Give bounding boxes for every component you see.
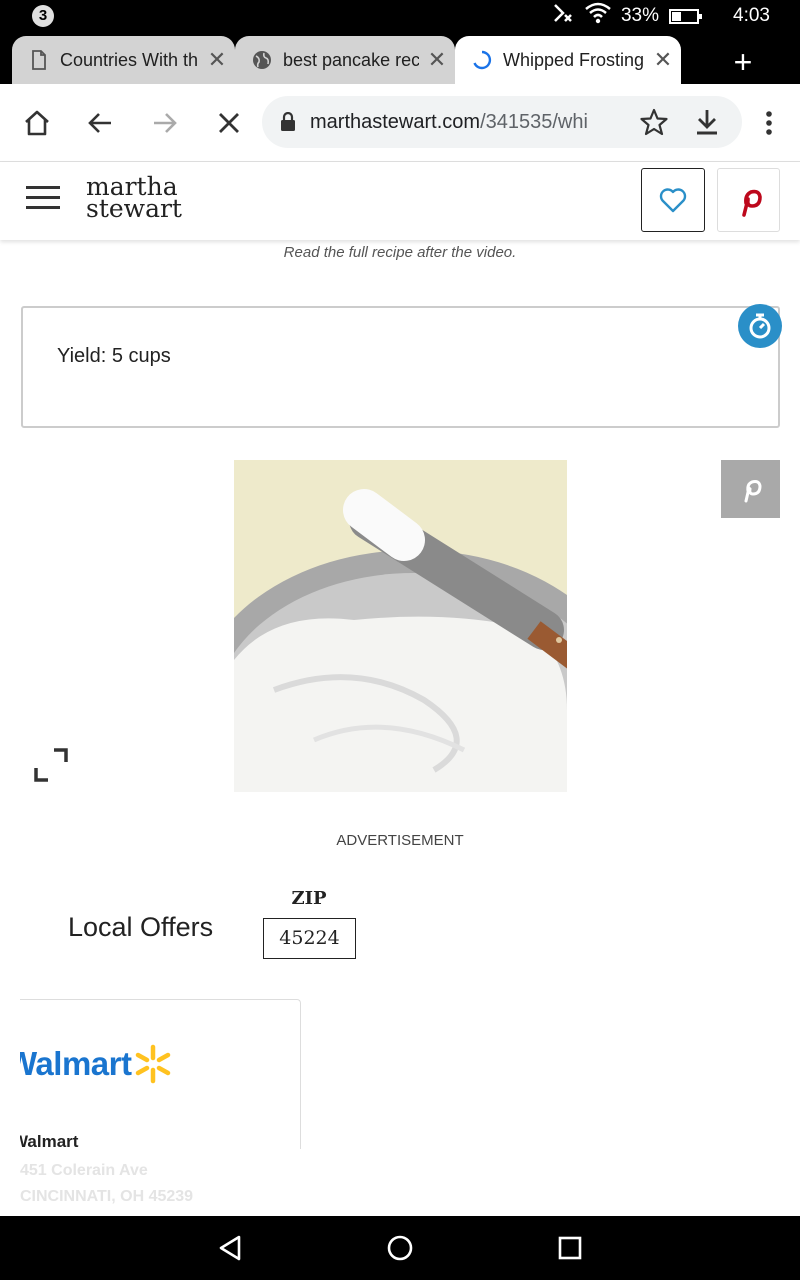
walmart-logo: Walmart [20,1044,171,1084]
expand-fullscreen-icon[interactable] [34,748,68,782]
bookmark-star-icon[interactable] [640,108,668,141]
more-menu-button[interactable] [749,103,789,143]
save-recipe-button[interactable] [641,168,705,232]
tab-title: Whipped Frosting [503,49,645,70]
stop-loading-button[interactable] [209,103,249,143]
zip-input[interactable]: 45224 [263,918,356,959]
tab-strip: Countries With th ✕ best pancake rec ✕ W… [0,32,800,84]
back-arrow-icon [88,113,111,133]
notification-count-badge: 3 [32,5,54,27]
stopwatch-icon [749,313,771,339]
battery-icon [669,8,703,24]
local-offer-card[interactable]: Walmart Walmart [20,999,301,1149]
loading-icon [471,50,493,70]
recipe-yield-box: Yield: 5 cups [21,306,780,428]
pinterest-icon [744,480,762,503]
download-icon[interactable] [694,108,720,141]
nav-back-button[interactable] [210,1228,250,1268]
android-nav-bar [0,1216,800,1280]
close-tab-icon[interactable]: ✕ [419,47,455,73]
tab-title: best pancake rec [283,49,419,70]
walmart-spark-icon [136,1044,171,1084]
forward-button[interactable] [145,103,185,143]
close-icon [219,113,239,133]
store-address: 451 Colerain Ave CINCINNATI, OH 45239 [20,1162,194,1205]
heart-icon [659,188,687,213]
url-bar[interactable]: marthastewart.com/341535/whi [262,96,742,148]
lock-icon [281,112,295,131]
no-data-signal-icon [551,1,575,31]
nav-home-button[interactable] [380,1228,420,1268]
square-recents-icon [558,1236,582,1260]
tab-whipped-frosting[interactable]: Whipped Frosting ✕ [455,36,681,84]
url-text: marthastewart.com/341535/whi [310,110,588,133]
home-button[interactable] [17,103,57,143]
circle-home-icon [387,1235,413,1261]
tab-pancake[interactable]: best pancake rec ✕ [235,36,455,84]
pinterest-icon [741,189,762,217]
video-caption: Read the full recipe after the video. [283,244,517,261]
site-header: martha stewart [0,162,800,240]
browser-toolbar: marthastewart.com/341535/whi [0,84,800,162]
cook-mode-timer-button[interactable] [738,304,782,348]
store-name: Walmart [20,1132,79,1149]
globe-icon [251,50,273,70]
whipped-frosting-photo [234,460,567,792]
tab-countries[interactable]: Countries With th ✕ [12,36,235,84]
clock: 4:03 [733,5,770,26]
forward-arrow-icon [154,113,177,133]
pinterest-share-button[interactable] [717,168,780,232]
triangle-back-icon [219,1235,241,1261]
image-pinterest-button[interactable] [721,460,780,518]
hamburger-menu-icon[interactable] [26,186,60,212]
battery-percent: 33% [620,5,660,26]
advertisement-label: ADVERTISEMENT [336,832,464,849]
tab-title: Countries With th [60,49,199,70]
nav-recents-button[interactable] [550,1228,590,1268]
page-icon [28,50,50,70]
wifi-icon [585,2,611,30]
kebab-menu-icon [766,111,772,135]
local-offers-title: Local Offers [68,912,214,942]
back-button[interactable] [80,103,120,143]
home-icon [25,110,49,136]
status-indicators: 33% 4:03 [551,0,770,32]
site-logo[interactable]: martha stewart [86,174,182,221]
status-bar: 3 33% 4:03 [0,0,800,32]
close-tab-icon[interactable]: ✕ [645,47,681,73]
new-tab-button[interactable]: + [724,44,762,82]
close-tab-icon[interactable]: ✕ [199,47,235,73]
yield-text: Yield: 5 cups [57,345,171,367]
zip-label: ZIP [291,888,327,909]
